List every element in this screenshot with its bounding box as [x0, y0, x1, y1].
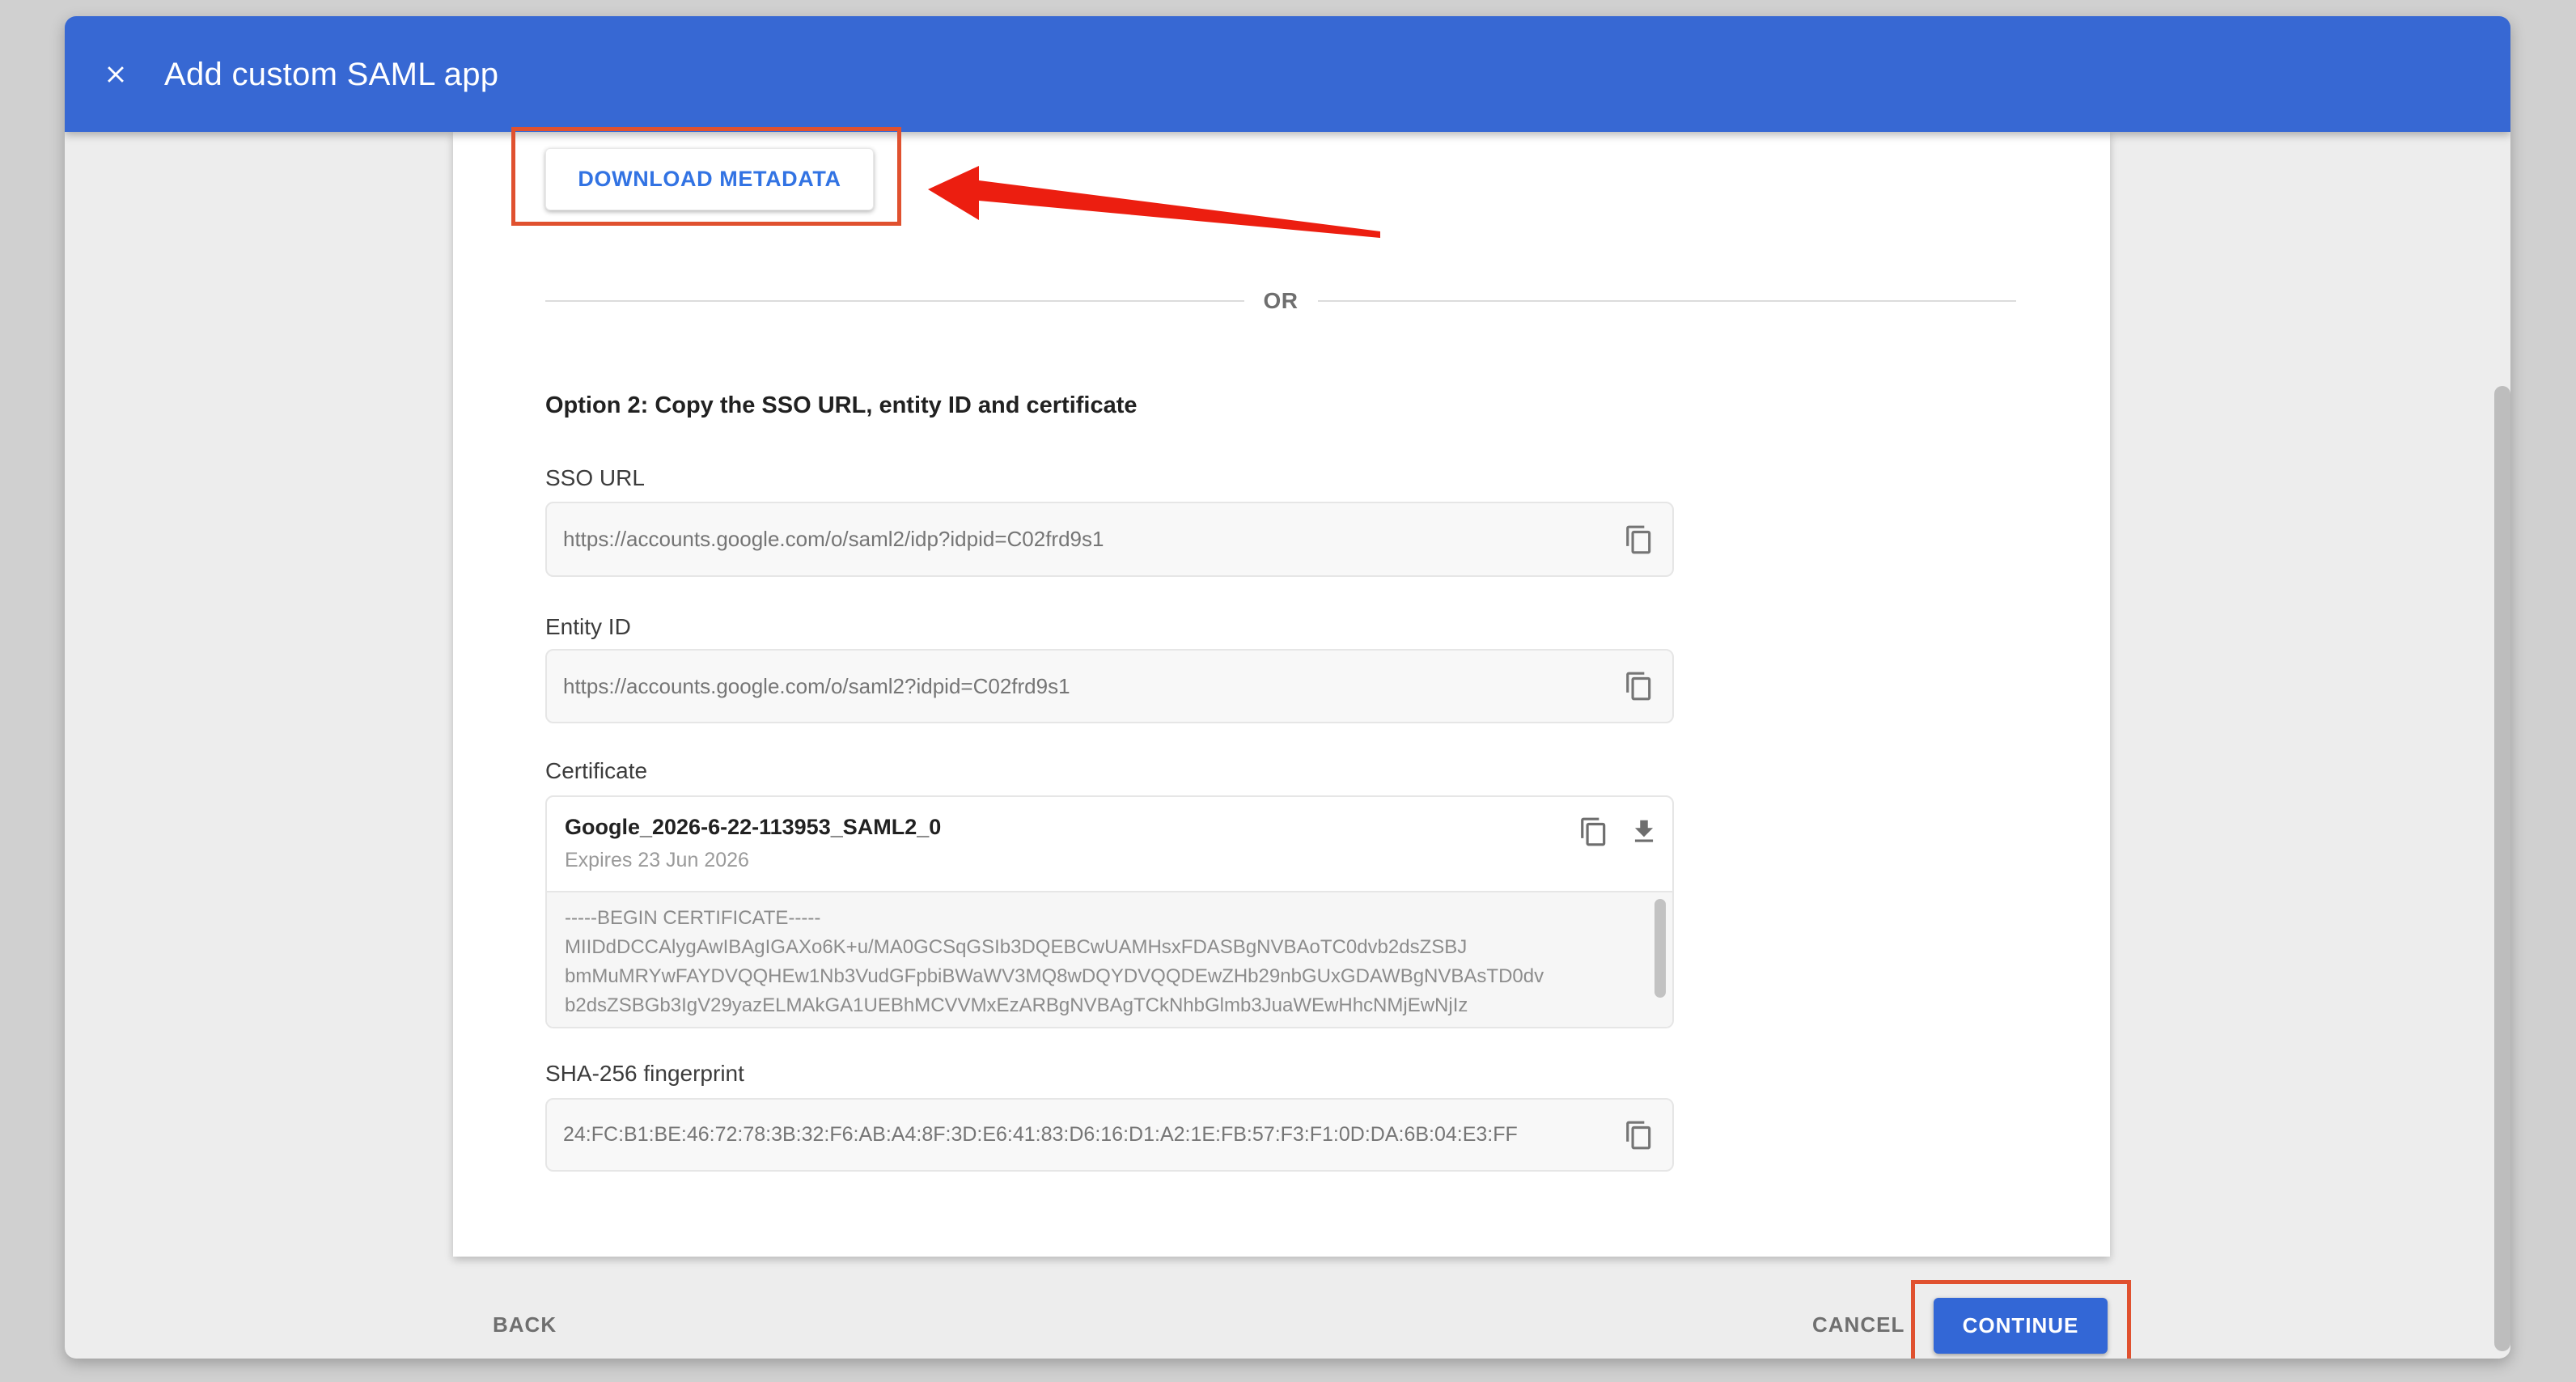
copy-icon[interactable] — [1624, 524, 1654, 555]
certificate-line: -----BEGIN CERTIFICATE----- — [565, 904, 1654, 933]
sso-url-value: https://accounts.google.com/o/saml2/idp?… — [563, 527, 1104, 552]
cancel-button[interactable]: CANCEL — [1812, 1312, 1904, 1337]
close-icon[interactable] — [102, 61, 129, 88]
sha256-fingerprint-field: 24:FC:B1:BE:46:72:78:3B:32:F6:AB:A4:8F:3… — [545, 1098, 1674, 1172]
download-icon[interactable] — [1629, 816, 1659, 847]
back-button[interactable]: BACK — [493, 1312, 557, 1337]
divider-line-left — [545, 300, 1244, 302]
copy-icon[interactable] — [1624, 1120, 1654, 1151]
copy-icon[interactable] — [1624, 671, 1654, 702]
or-divider: OR — [545, 277, 2016, 325]
certificate-line: b2dsZSBGb3IgV29yazELMAkGA1UEBhMCVVMxEzAR… — [565, 991, 1654, 1020]
certificate-name: Google_2026-6-22-113953_SAML2_0 — [565, 815, 941, 840]
dialog-title: Add custom SAML app — [164, 57, 498, 93]
dialog-header: Add custom SAML app — [65, 16, 2510, 132]
divider-or-label: OR — [1264, 288, 1299, 314]
entity-id-label: Entity ID — [545, 614, 631, 640]
certificate-line: bmMuMRYwFAYDVQQHEw1Nb3VudGFpbiBWaWV3MQ8w… — [565, 962, 1654, 991]
certificate-label: Certificate — [545, 758, 647, 784]
certificate-line: MIIDdDCCAlygAwIBAgIGAXo6K+u/MA0GCSqGSIb3… — [565, 933, 1654, 962]
certificate-body-text: -----BEGIN CERTIFICATE----- MIIDdDCCAlyg… — [547, 891, 1672, 1027]
annotation-arrow — [906, 156, 1392, 245]
entity-id-value: https://accounts.google.com/o/saml2?idpi… — [563, 674, 1070, 699]
add-custom-saml-app-dialog: Add custom SAML app DOWNLOAD METADATA OR… — [65, 16, 2510, 1359]
certificate-expiry: Expires 23 Jun 2026 — [565, 849, 749, 872]
option2-heading: Option 2: Copy the SSO URL, entity ID an… — [545, 392, 1138, 419]
sha256-fingerprint-value: 24:FC:B1:BE:46:72:78:3B:32:F6:AB:A4:8F:3… — [563, 1123, 1518, 1147]
annotation-box-download — [511, 127, 901, 226]
dialog-body: DOWNLOAD METADATA OR Option 2: Copy the … — [65, 132, 2510, 1359]
dialog-scrollbar-thumb[interactable] — [2494, 386, 2510, 1351]
certificate-scrollbar-thumb[interactable] — [1654, 899, 1666, 998]
certificate-header: Google_2026-6-22-113953_SAML2_0 Expires … — [547, 797, 1672, 891]
annotation-box-continue — [1911, 1280, 2131, 1359]
copy-icon[interactable] — [1578, 816, 1609, 847]
entity-id-field: https://accounts.google.com/o/saml2?idpi… — [545, 649, 1674, 723]
certificate-actions — [1578, 816, 1659, 847]
divider-line-right — [1318, 300, 2017, 302]
sso-url-field: https://accounts.google.com/o/saml2/idp?… — [545, 502, 1674, 577]
certificate-card: Google_2026-6-22-113953_SAML2_0 Expires … — [545, 795, 1674, 1028]
sso-url-label: SSO URL — [545, 465, 645, 491]
content-card: DOWNLOAD METADATA OR Option 2: Copy the … — [453, 132, 2110, 1257]
sha256-fingerprint-label: SHA-256 fingerprint — [545, 1061, 744, 1087]
